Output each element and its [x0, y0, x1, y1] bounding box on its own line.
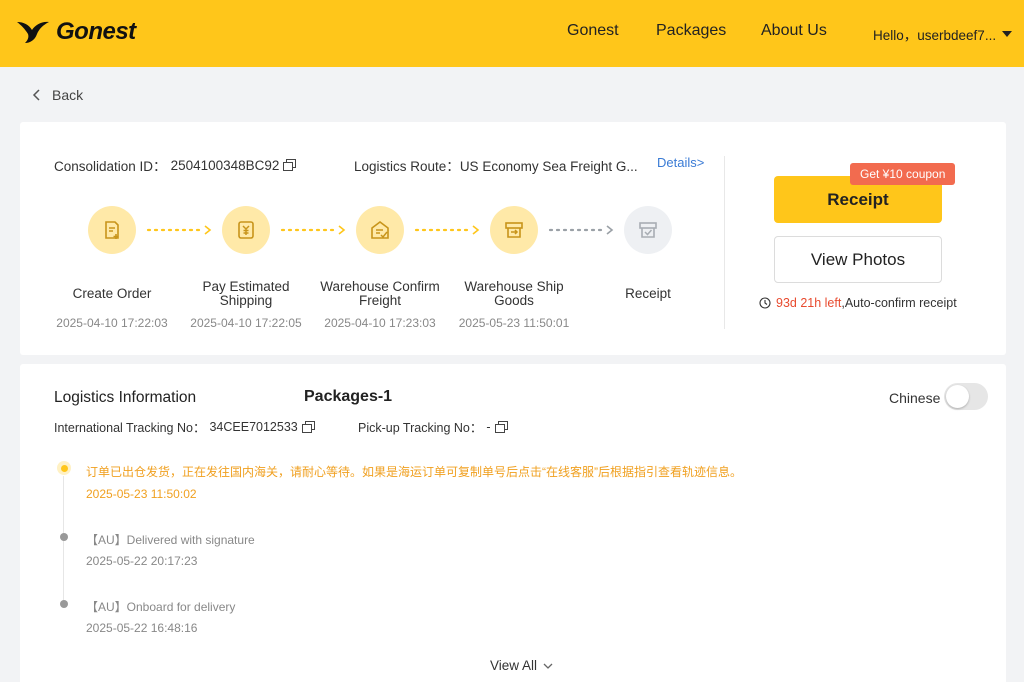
ship-goods-icon: [505, 222, 523, 238]
coupon-badge[interactable]: Get ¥10 coupon: [850, 163, 956, 185]
top-header: Gonest Gonest Packages About Us Hello，us…: [0, 0, 1024, 67]
view-all-label: View All: [490, 658, 538, 673]
timeline-event-text: 【AU】Delivered with signature: [86, 533, 255, 547]
step-time: 2025-04-10 17:23:03: [324, 316, 436, 330]
user-menu[interactable]: Hello，userbdeef7...: [873, 24, 1013, 44]
timeline-event-time: 2025-05-23 11:50:02: [86, 487, 197, 501]
countdown-text: ,Auto-confirm receipt: [841, 296, 957, 310]
user-greeting: Hello，userbdeef7...: [873, 28, 997, 43]
copy-icon[interactable]: [494, 420, 508, 433]
consolidation-value: 2504100348BC92: [170, 157, 280, 173]
step-circle: [356, 206, 404, 254]
timeline-event-time: 2025-05-22 20:17:23: [86, 554, 198, 568]
route-value: US Economy Sea Freight G...: [459, 159, 638, 174]
view-photos-button[interactable]: View Photos: [774, 236, 942, 283]
bird-logo-icon: [17, 21, 49, 43]
step-time: 2025-04-10 17:22:05: [190, 316, 302, 330]
back-button[interactable]: Back: [32, 87, 83, 103]
chevron-down-icon: [543, 663, 553, 669]
timeline-line: [63, 476, 64, 608]
countdown-time: 93d 21h left: [776, 296, 842, 310]
step-circle: [222, 206, 270, 254]
logo-text: Gonest: [56, 18, 136, 45]
step-label: Receipt: [625, 286, 671, 301]
chinese-toggle[interactable]: [944, 383, 988, 410]
nav-packages[interactable]: Packages: [656, 22, 726, 40]
payment-icon: [238, 221, 254, 239]
clock-icon: [759, 297, 771, 309]
toggle-knob: [946, 385, 969, 408]
receipt-icon: [639, 222, 657, 238]
chevron-left-icon: [32, 89, 40, 101]
step-circle: [88, 206, 136, 254]
step-circle: [490, 206, 538, 254]
pickup-tracking: Pick-up Tracking No： -: [358, 417, 508, 436]
intl-tracking-value: 34CEE7012533: [209, 419, 298, 434]
package-title: Packages-1: [304, 388, 393, 405]
order-status-card: Consolidation ID： 2504100348BC92 Logisti…: [20, 122, 1006, 355]
step-receipt: Receipt: [578, 206, 718, 301]
caret-down-icon: [1002, 31, 1013, 37]
timeline-event-text: 【AU】Onboard for delivery: [86, 600, 236, 614]
copy-icon[interactable]: [283, 159, 297, 171]
step-label: Pay Estimated Shipping: [202, 279, 290, 308]
international-tracking: International Tracking No： 34CEE7012533: [54, 417, 315, 436]
pickup-tracking-value: -: [486, 419, 491, 434]
warehouse-icon: [371, 221, 389, 239]
logistics-card: Logistics Information Packages-1 Chinese…: [20, 364, 1006, 682]
consolidation-id: Consolidation ID： 2504100348BC92: [54, 155, 297, 175]
step-time: 2025-04-10 17:22:03: [56, 316, 168, 330]
logo[interactable]: Gonest: [16, 18, 136, 46]
language-toggle-label: Chinese: [889, 390, 941, 406]
nav-about-us[interactable]: About Us: [761, 22, 827, 40]
route-label: Logistics Route：: [354, 159, 460, 174]
logistics-title: Logistics Information: [54, 389, 197, 406]
back-label: Back: [52, 87, 84, 103]
pickup-tracking-label: Pick-up Tracking No：: [358, 421, 483, 435]
step-circle: [624, 206, 672, 254]
timeline-dot-active: [57, 461, 71, 475]
view-all-button[interactable]: View All: [490, 658, 553, 673]
step-label: Warehouse Confirm Freight: [320, 279, 440, 308]
details-link[interactable]: Details>: [657, 155, 704, 170]
timeline-dot: [60, 533, 68, 541]
step-label: Create Order: [72, 286, 152, 301]
logistics-route: Logistics Route：US Economy Sea Freight G…: [354, 155, 644, 175]
intl-tracking-label: International Tracking No：: [54, 421, 206, 435]
step-label: Warehouse Ship Goods: [464, 279, 564, 308]
timeline-event-time: 2025-05-22 16:48:16: [86, 621, 198, 635]
auto-confirm-countdown: 93d 21h left,Auto-confirm receipt: [759, 296, 957, 310]
create-order-icon: [105, 221, 119, 239]
step-time: 2025-05-23 11:50:01: [458, 316, 570, 330]
timeline-dot: [60, 600, 68, 608]
consolidation-label: Consolidation ID：: [54, 159, 167, 174]
timeline-event-text: 订单已出仓发货，正在发往国内海关，请耐心等待。如果是海运订单可复制单号后点击“在…: [86, 465, 742, 479]
nav-gonest[interactable]: Gonest: [567, 22, 619, 40]
divider: [724, 156, 725, 329]
copy-icon[interactable]: [301, 420, 315, 433]
